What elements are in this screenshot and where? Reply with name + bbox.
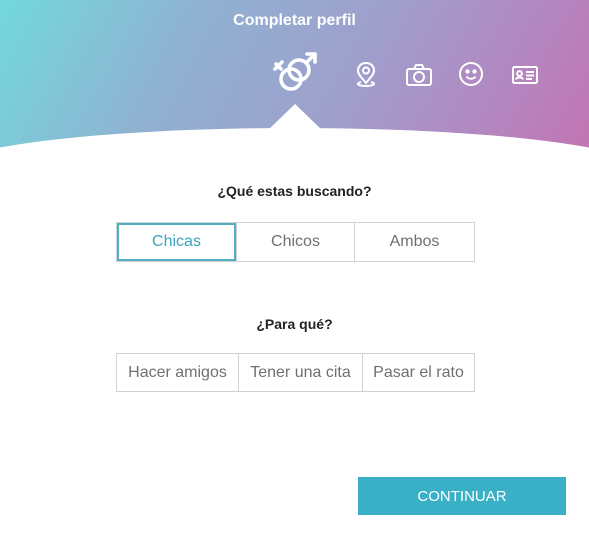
gender-icon: [273, 52, 317, 91]
option-pasar-el-rato[interactable]: Pasar el rato: [363, 354, 474, 391]
looking-for-question: ¿Qué estas buscando?: [217, 183, 372, 199]
step-identity[interactable]: [510, 62, 540, 88]
step-personality[interactable]: [457, 60, 485, 88]
location-pin-icon: [356, 61, 376, 87]
purpose-question: ¿Para qué?: [256, 316, 333, 332]
option-chicos[interactable]: Chicos: [237, 223, 355, 261]
continue-button[interactable]: CONTINUAR: [358, 477, 566, 515]
id-card-icon: [512, 66, 538, 84]
looking-for-selector: Chicas Chicos Ambos: [116, 222, 475, 262]
header-curve: [0, 128, 589, 170]
camera-icon: [406, 64, 432, 86]
header-banner: Completar perfil: [0, 0, 589, 170]
purpose-selector: Hacer amigos Tener una cita Pasar el rat…: [116, 353, 475, 392]
step-location[interactable]: [352, 60, 380, 88]
step-photo[interactable]: [404, 61, 434, 89]
option-tener-una-cita[interactable]: Tener una cita: [239, 354, 363, 391]
option-ambos[interactable]: Ambos: [355, 223, 474, 261]
option-hacer-amigos[interactable]: Hacer amigos: [117, 354, 239, 391]
smiley-icon: [459, 62, 483, 86]
step-gender[interactable]: [270, 48, 322, 98]
option-chicas[interactable]: Chicas: [117, 223, 237, 261]
page-title: Completar perfil: [233, 12, 356, 29]
active-step-pointer: [268, 104, 322, 130]
